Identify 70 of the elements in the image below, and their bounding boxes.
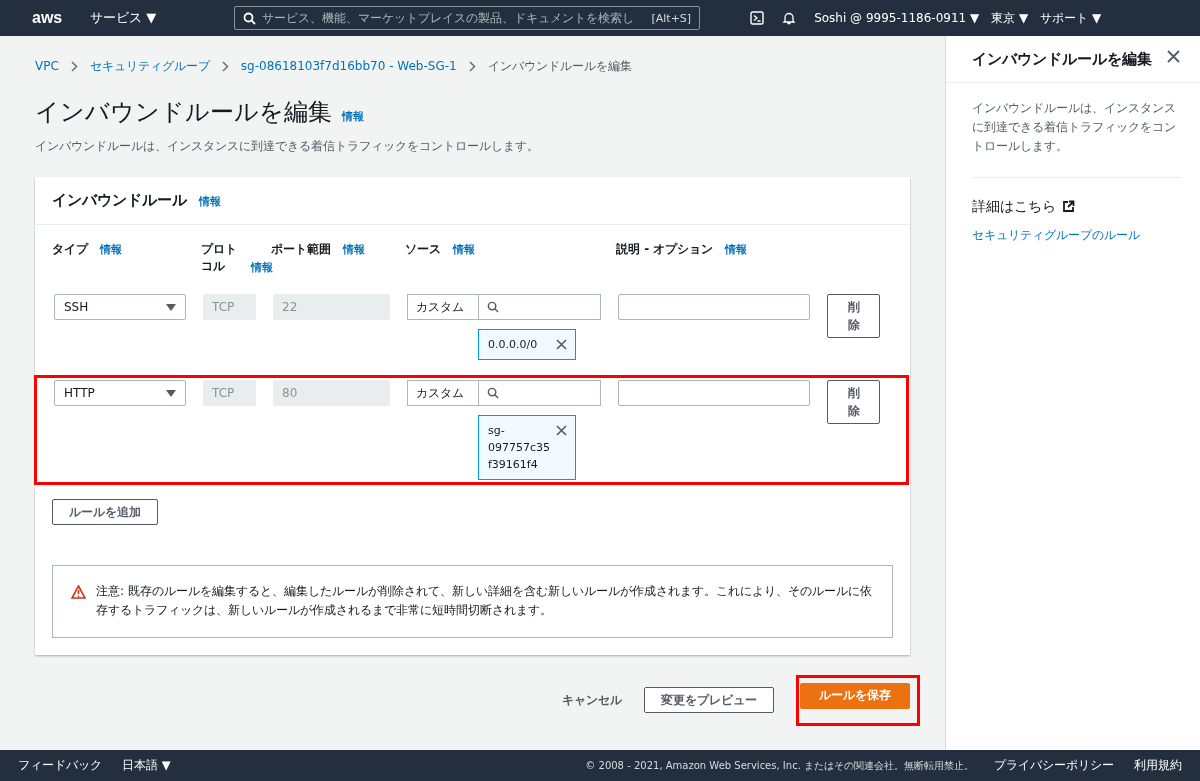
warning-icon (71, 585, 86, 600)
copyright-text: © 2008 - 2021, Amazon Web Services, Inc. またはその関連会社。無断転用禁止。 (585, 758, 974, 773)
help-text: インバウンドルールは、インスタンスに到達できる着信トラフィックをコントロールします。 (972, 83, 1182, 178)
description-field[interactable] (618, 380, 810, 407)
source-search-field[interactable] (478, 294, 601, 320)
shortcut-hint: [Alt+S] (651, 11, 692, 25)
info-link[interactable]: 情報 (199, 194, 221, 209)
caret-icon (166, 389, 176, 397)
description-field[interactable] (618, 294, 810, 320)
warning-text: 注意: 既存のルールを編集すると、編集したルールが削除されて、新しい詳細を含む新しいルールが作成されます。これにより、そのルールに依存するトラフィックは、新しいルールが作成されるまで非常に短時間切断されます。 (96, 583, 873, 620)
source-select[interactable]: カスタム (407, 294, 478, 320)
services-menu[interactable]: サービス ▼ (90, 9, 157, 27)
search-icon (487, 387, 499, 400)
account-menu[interactable]: Soshi @ 9995-1186-0911 ▼ (814, 11, 980, 25)
token-text: sg-097757c35f39161f4 (488, 423, 552, 474)
terms-link[interactable]: 利用規約 (1134, 758, 1182, 773)
column-header: プロトコル (201, 241, 238, 275)
close-icon[interactable] (1167, 50, 1180, 63)
breadcrumb-link[interactable]: sg-08618103f7d16bb70 - Web-SG-1 (240, 59, 457, 73)
close-icon[interactable] (556, 339, 567, 350)
info-link[interactable]: 情報 (725, 243, 748, 256)
delete-button[interactable]: 削除 (827, 380, 880, 425)
search-icon (487, 301, 499, 313)
support-menu[interactable]: サポート ▼ (1040, 9, 1102, 27)
breadcrumb-link[interactable]: VPC (35, 59, 59, 73)
protocol-field: TCP (203, 294, 256, 320)
info-link[interactable]: 情報 (100, 243, 122, 256)
source-select[interactable]: カスタム (407, 380, 478, 407)
region-menu[interactable]: 東京 ▼ (991, 9, 1029, 27)
protocol-field: TCP (203, 380, 256, 407)
preview-button[interactable]: 変更をプレビュー (644, 687, 774, 714)
source-search-field[interactable] (478, 380, 601, 407)
panel-title: インバウンドルール (52, 191, 187, 210)
external-link-icon (1062, 200, 1075, 214)
caret-icon (166, 303, 176, 311)
language-menu[interactable]: 日本語 ▼ (122, 758, 171, 773)
chevron-right-icon (221, 60, 229, 72)
info-link[interactable]: 情報 (251, 260, 273, 275)
feedback-link[interactable]: フィードバック (18, 758, 102, 773)
chevron-right-icon (468, 60, 476, 72)
help-title: インバウンドルールを編集 (972, 50, 1152, 68)
page-title: インバウンドルールを編集 (35, 97, 332, 128)
type-select[interactable]: HTTP (54, 380, 186, 407)
info-link[interactable]: 情報 (342, 109, 364, 124)
type-select[interactable]: SSH (54, 294, 186, 320)
privacy-link[interactable]: プライバシーポリシー (994, 758, 1114, 773)
info-link[interactable]: 情報 (343, 243, 365, 256)
add-rule-button[interactable]: ルールを追加 (52, 499, 158, 526)
close-icon[interactable] (556, 425, 567, 437)
help-link[interactable]: セキュリティグループのルール (972, 227, 1140, 242)
column-header: タイプ (52, 242, 88, 256)
token-text: 0.0.0.0/0 (488, 337, 539, 353)
breadcrumb-link[interactable]: セキュリティグループ (89, 57, 210, 75)
search-field[interactable]: サービス、機能、マーケットプレイスの製品、ドキュメントを検索し [Alt+S] (234, 6, 701, 30)
chevron-right-icon (70, 60, 78, 72)
breadcrumb-current: インバウンドルールを編集 (487, 57, 632, 75)
bell-icon[interactable] (782, 11, 797, 25)
page-description: インバウンドルールは、インスタンスに到達できる着信トラフィックをコントロールします。 (35, 138, 540, 155)
terminal-icon[interactable] (750, 11, 765, 25)
delete-button[interactable]: 削除 (827, 294, 880, 338)
learn-more-heading: 詳細はこちら (972, 197, 1056, 216)
aws-logo[interactable]: aws (32, 9, 90, 27)
search-icon (243, 11, 257, 25)
info-link[interactable]: 情報 (453, 243, 475, 256)
column-header: ソース (405, 242, 441, 256)
port-field: 22 (273, 294, 390, 320)
column-header: 説明 - オプション (616, 242, 714, 256)
port-field: 80 (273, 380, 390, 407)
column-header: ポート範囲 (271, 242, 331, 256)
cancel-link[interactable]: キャンセル (562, 691, 622, 709)
